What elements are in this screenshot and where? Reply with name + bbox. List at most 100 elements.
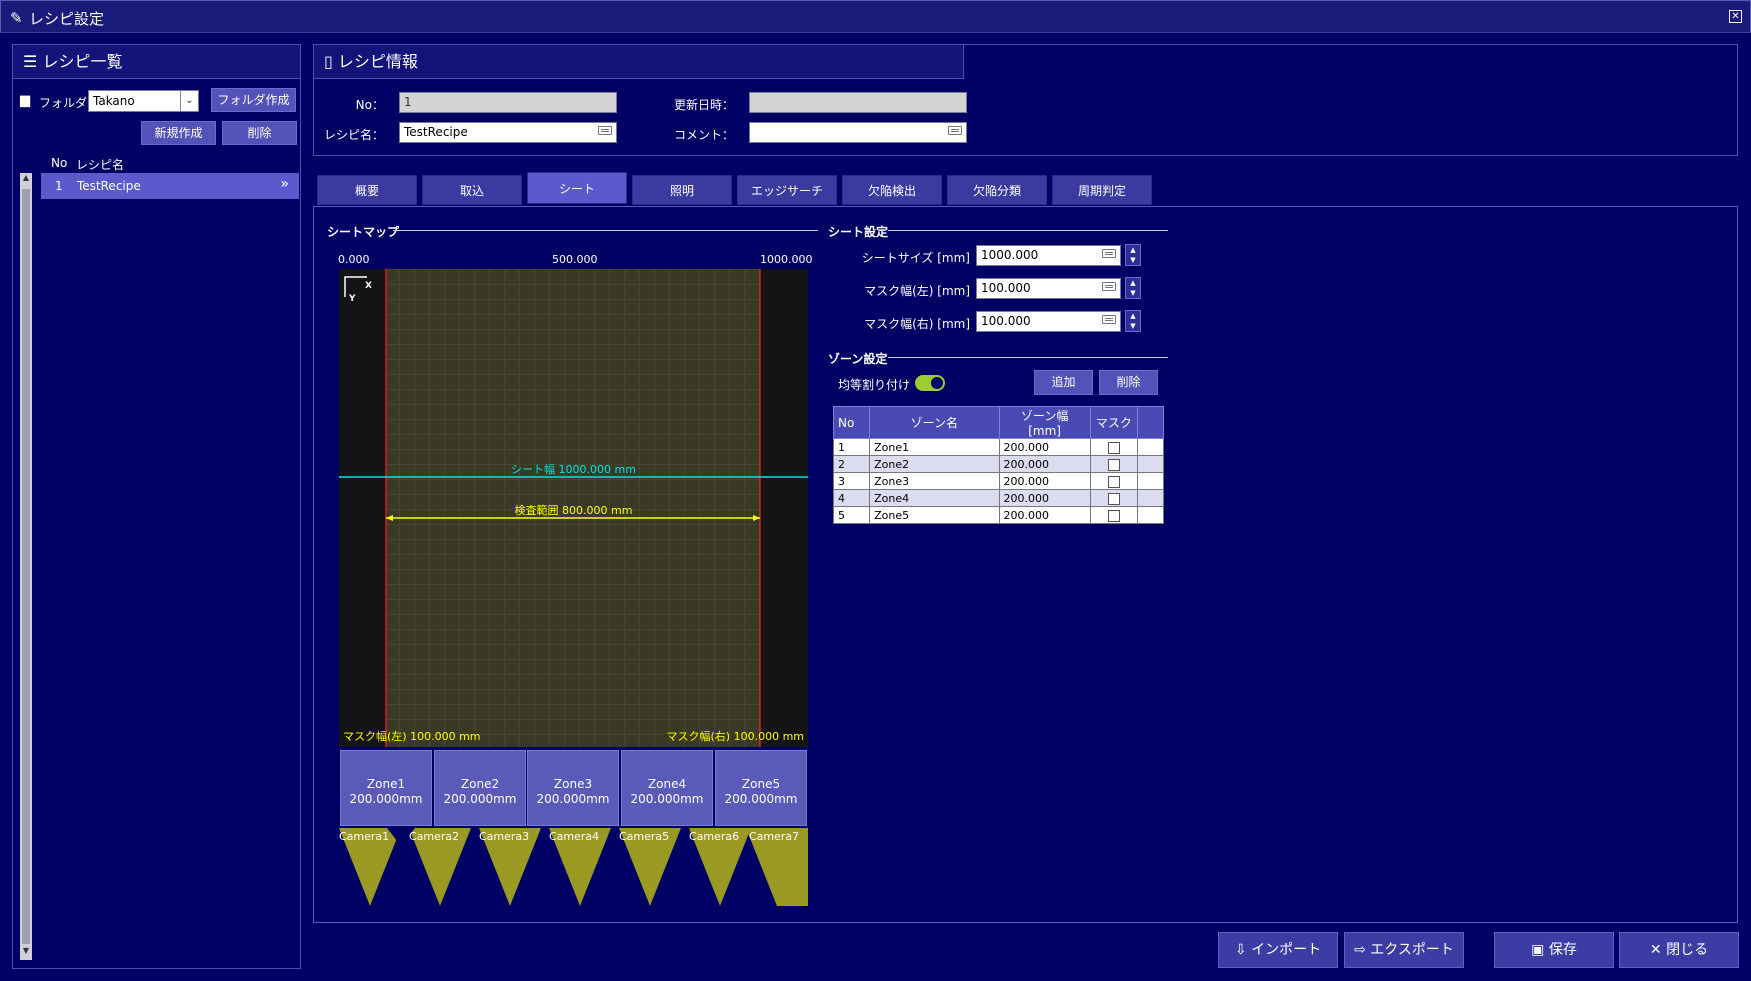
zone-box-name: Zone2 <box>460 777 500 791</box>
table-row[interactable]: 2 Zone2 200.000 <box>832 455 1165 473</box>
save-icon: ▣ <box>1531 942 1545 958</box>
camera-label: Camera3 <box>479 830 530 843</box>
scroll-down-icon[interactable]: ▼ <box>20 946 32 960</box>
tab-period-judgment[interactable]: 周期判定 <box>1052 175 1152 205</box>
folder-select[interactable]: Takano ⌄ <box>88 90 199 112</box>
cell-width[interactable]: 200.000 <box>998 438 1091 456</box>
import-button[interactable]: ⇩ インポート <box>1218 932 1338 968</box>
cell-name[interactable]: Zone4 <box>869 489 1000 507</box>
delete-recipe-button[interactable]: 削除 <box>222 121 297 145</box>
comment-field[interactable] <box>749 122 967 143</box>
equal-split-toggle[interactable] <box>915 375 945 391</box>
zone-box[interactable]: Zone2 200.000mm <box>434 750 526 826</box>
tab-capture[interactable]: 取込 <box>422 175 522 205</box>
no-label: No： <box>355 98 384 112</box>
sheet-map-title: シートマップ <box>327 225 400 239</box>
tab-sheet[interactable]: シート <box>527 172 627 204</box>
cell-no: 2 <box>832 455 871 473</box>
cell-name[interactable]: Zone1 <box>869 438 1000 456</box>
list-item-name: TestRecipe <box>77 179 141 193</box>
mask-right-stepper[interactable]: ▲ ▼ <box>1125 310 1141 332</box>
cell-mask[interactable] <box>1089 506 1138 524</box>
table-row[interactable]: 5 Zone5 200.000 <box>832 506 1165 524</box>
zone-box[interactable]: Zone1 200.000mm <box>340 750 432 826</box>
sheet-size-stepper[interactable]: ▲ ▼ <box>1125 244 1141 266</box>
zone-box-name: Zone1 <box>366 777 406 791</box>
cell-mask[interactable] <box>1089 472 1138 490</box>
keyboard-icon[interactable] <box>598 126 612 135</box>
zone-box-width: 200.000mm <box>443 792 517 806</box>
new-recipe-button[interactable]: 新規作成 <box>141 121 216 145</box>
tab-edge-search[interactable]: エッジサーチ <box>737 175 837 205</box>
tab-defect-classification[interactable]: 欠陥分類 <box>947 175 1047 205</box>
zone-box-width: 200.000mm <box>536 792 610 806</box>
mask-right-field[interactable]: 100.000 <box>976 311 1121 332</box>
chevron-down-icon[interactable]: ▼ <box>1126 255 1140 265</box>
camera-label: Camera6 <box>689 830 740 843</box>
keyboard-icon[interactable] <box>1102 282 1116 291</box>
table-row[interactable]: 1 Zone1 200.000 <box>832 438 1165 456</box>
chevron-right-icon[interactable]: » <box>280 176 289 192</box>
chevron-up-icon[interactable]: ▲ <box>1126 278 1140 288</box>
sheet-map-canvas[interactable]: X Y シート幅 1000.000 mm 検査範囲 800.000 mm マスク… <box>339 269 808 747</box>
cell-name[interactable]: Zone5 <box>869 506 1000 524</box>
zone-box-name: Zone4 <box>647 777 687 791</box>
keyboard-icon[interactable] <box>1102 315 1116 324</box>
cell-width[interactable]: 200.000 <box>998 489 1091 507</box>
create-folder-button[interactable]: フォルダ作成 <box>211 88 296 112</box>
sheet-size-field[interactable]: 1000.000 <box>976 245 1121 266</box>
table-row[interactable]: 3 Zone3 200.000 <box>832 472 1165 490</box>
scroll-thumb[interactable] <box>22 189 30 944</box>
scale-middle: 500.000 <box>552 253 598 266</box>
inspect-range-label: 検査範囲 800.000 mm <box>514 504 633 517</box>
camera-label: Camera7 <box>749 830 800 843</box>
close-icon[interactable]: ✕ <box>1729 10 1742 23</box>
recipe-info-panel: ▯ レシピ情報 No： 1 レシピ名： TestRecipe 更新日時： コメン… <box>313 44 1738 156</box>
chevron-up-icon[interactable]: ▲ <box>1126 311 1140 321</box>
mask-checkbox[interactable] <box>1107 458 1120 471</box>
chevron-up-icon[interactable]: ▲ <box>1126 245 1140 255</box>
export-button[interactable]: ⇨ エクスポート <box>1344 932 1464 968</box>
cell-width[interactable]: 200.000 <box>998 455 1091 473</box>
camera-label: Camera1 <box>339 830 390 843</box>
mask-checkbox[interactable] <box>1107 509 1120 522</box>
zone-box[interactable]: Zone3 200.000mm <box>527 750 619 826</box>
mask-checkbox[interactable] <box>1107 492 1120 505</box>
keyboard-icon[interactable] <box>1102 249 1116 258</box>
cell-width[interactable]: 200.000 <box>998 506 1091 524</box>
cell-name[interactable]: Zone2 <box>869 455 1000 473</box>
save-button[interactable]: ▣ 保存 <box>1494 932 1614 968</box>
chevron-down-icon[interactable]: ▼ <box>1126 288 1140 298</box>
cell-mask[interactable] <box>1089 489 1138 507</box>
cell-mask[interactable] <box>1089 455 1138 473</box>
sheet-size-label: シートサイズ [mm] <box>861 251 970 265</box>
tab-defect-detection[interactable]: 欠陥検出 <box>842 175 942 205</box>
chevron-down-icon[interactable]: ⌄ <box>180 91 198 111</box>
edit-icon: ✎ <box>10 9 23 27</box>
updated-label: 更新日時： <box>673 98 734 112</box>
cell-name[interactable]: Zone3 <box>869 472 1000 490</box>
recipe-name-field[interactable]: TestRecipe <box>399 122 617 143</box>
recipe-list-scrollbar[interactable]: ▲ ▼ <box>20 173 32 960</box>
mask-left-stepper[interactable]: ▲ ▼ <box>1125 277 1141 299</box>
scroll-up-icon[interactable]: ▲ <box>20 173 32 187</box>
column-no: No <box>51 156 68 170</box>
close-button[interactable]: ✕ 閉じる <box>1619 932 1739 968</box>
table-row[interactable]: 4 Zone4 200.000 <box>832 489 1165 507</box>
tab-overview[interactable]: 概要 <box>317 175 417 205</box>
mask-checkbox[interactable] <box>1107 441 1120 454</box>
zone-box[interactable]: Zone5 200.000mm <box>715 750 807 826</box>
list-item[interactable]: 1 TestRecipe » <box>41 173 299 199</box>
zone-box[interactable]: Zone4 200.000mm <box>621 750 713 826</box>
add-zone-button[interactable]: 追加 <box>1034 370 1093 395</box>
delete-zone-button[interactable]: 削除 <box>1099 370 1158 395</box>
cell-mask[interactable] <box>1089 438 1138 456</box>
tab-lighting[interactable]: 照明 <box>632 175 732 205</box>
keyboard-icon[interactable] <box>948 126 962 135</box>
cell-width[interactable]: 200.000 <box>998 472 1091 490</box>
mask-checkbox[interactable] <box>1107 475 1120 488</box>
updated-field <box>749 92 967 113</box>
chevron-down-icon[interactable]: ▼ <box>1126 321 1140 331</box>
list-item-no: 1 <box>55 179 63 193</box>
mask-left-field[interactable]: 100.000 <box>976 278 1121 299</box>
